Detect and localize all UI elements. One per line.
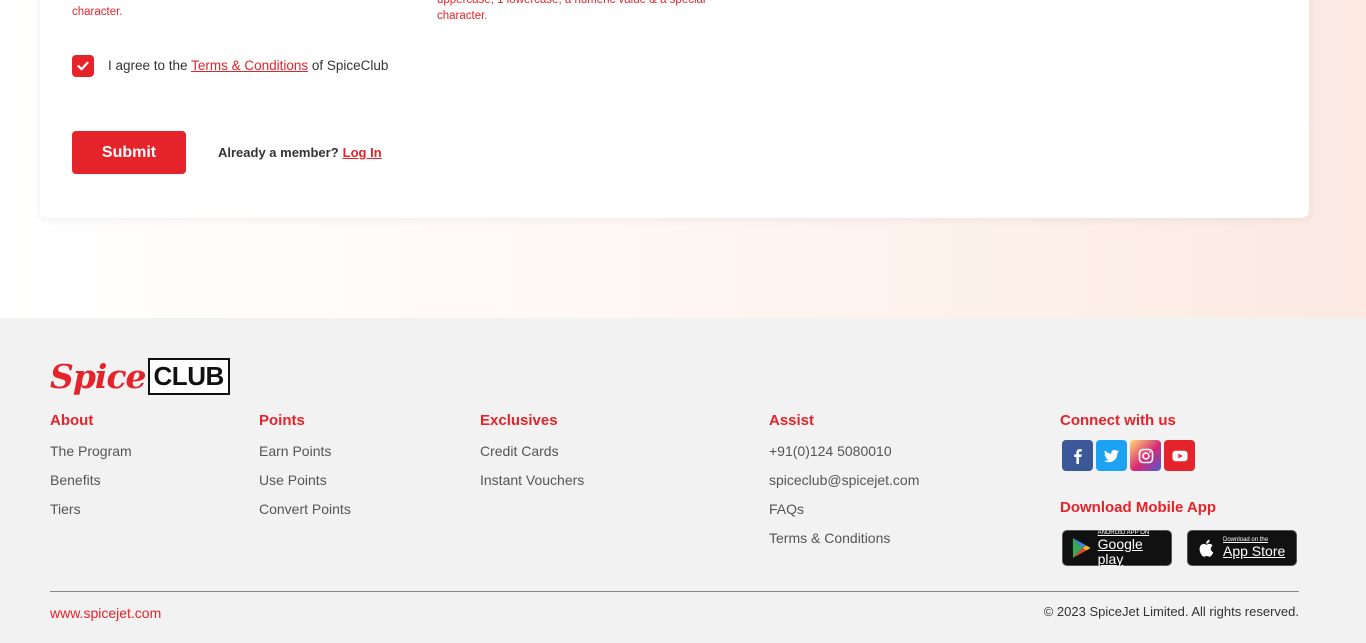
footer-link-terms[interactable]: Terms & Conditions [769,530,890,546]
agree-suffix: of SpiceClub [311,58,389,73]
footer-link-email[interactable]: spiceclub@spicejet.com [769,472,919,488]
google-play-label: Google play [1097,535,1143,567]
column-title-exclusives: Exclusives [480,412,558,429]
column-title-assist: Assist [769,412,815,429]
apple-icon [1199,539,1214,557]
footer-column-assist: Assist +91(0)124 5080010 spiceclub@spice… [769,412,919,558]
submit-button[interactable]: Submit [72,131,186,174]
facebook-icon[interactable] [1062,440,1093,471]
login-link[interactable]: Log In [343,145,382,160]
instagram-icon[interactable] [1130,440,1161,471]
app-store-button[interactable]: Download on the App Store [1187,530,1297,566]
footer-divider [50,591,1299,592]
footer-column-exclusives: Exclusives Credit Cards Instant Vouchers [480,412,584,500]
terms-link[interactable]: Terms & Conditions [191,58,308,73]
youtube-icon[interactable] [1164,440,1195,471]
footer-link-faqs[interactable]: FAQs [769,501,804,517]
footer-column-points: Points Earn Points Use Points Convert Po… [259,412,351,529]
checkmark-icon [77,61,89,71]
copyright-text: © 2023 SpiceJet Limited. All rights rese… [1043,604,1299,619]
social-links [1062,440,1195,471]
agree-prefix: I agree to the [108,58,188,73]
footer-link-tiers[interactable]: Tiers [50,501,81,517]
signup-form-card [40,0,1309,218]
member-prompt-text: Already a member? [218,145,339,160]
column-title-points: Points [259,412,305,429]
column-title-connect: Connect with us [1060,412,1176,429]
download-app-title: Download Mobile App [1060,499,1217,516]
footer-link-the-program[interactable]: The Program [50,443,132,459]
footer-column-about: About The Program Benefits Tiers [50,412,132,529]
password-hint-left-text: character. [72,6,123,18]
app-store-label: App Store [1223,543,1286,559]
spiceclub-logo[interactable]: Spice CLUB [50,358,230,395]
column-title-about: About [50,412,94,429]
terms-agreement: I agree to the Terms & Conditions of Spi… [108,58,388,73]
logo-spice-text: Spice [50,357,147,396]
footer: Spice CLUB About The Program Benefits Ti… [0,318,1366,643]
password-hint-right: uppercase, 1 lowercase, a numeric value … [437,0,737,24]
google-play-icon [1072,538,1091,558]
footer-link-benefits[interactable]: Benefits [50,472,101,488]
password-hint-right-line2: character. [437,10,488,22]
footer-column-connect: Connect with us [1060,412,1195,471]
footer-link-credit-cards[interactable]: Credit Cards [480,443,559,459]
twitter-icon[interactable] [1096,440,1127,471]
password-hint-right-line1: uppercase, 1 lowercase, a numeric value … [437,0,706,6]
footer-link-convert-points[interactable]: Convert Points [259,501,351,517]
footer-link-earn-points[interactable]: Earn Points [259,443,331,459]
footer-link-use-points[interactable]: Use Points [259,472,327,488]
logo-club-text: CLUB [147,358,230,395]
google-play-button[interactable]: ANDROID APP ON Google play [1062,530,1172,566]
terms-checkbox[interactable] [72,55,94,77]
footer-link-instant-vouchers[interactable]: Instant Vouchers [480,472,584,488]
footer-link-phone[interactable]: +91(0)124 5080010 [769,443,892,459]
member-prompt: Already a member? Log In [218,145,382,160]
spicejet-site-link[interactable]: www.spicejet.com [50,605,161,621]
password-hint-left: character. [72,0,372,20]
